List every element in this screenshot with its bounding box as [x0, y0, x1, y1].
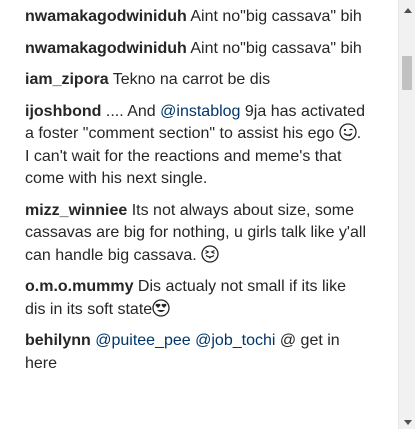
heart-eyes-face-emoji-icon	[152, 298, 170, 317]
comment-item: mizz_winniee Its not always about size, …	[25, 200, 392, 268]
winking-tongue-face-emoji-icon	[339, 123, 357, 141]
comment-item: iam_zipora Tekno na carrot be dis	[25, 69, 392, 92]
comment-username[interactable]: mizz_winniee	[25, 202, 127, 219]
comment-list: nwamakagodwiniduh Aint no"big cassava" b…	[0, 0, 392, 375]
squinting-tongue-face-emoji-icon	[201, 244, 219, 263]
comment-item: behilynn @puitee_pee @job_tochi @ get in…	[25, 330, 392, 375]
comment-mention-link[interactable]: @instablog	[160, 103, 240, 120]
comment-username[interactable]: behilynn	[25, 332, 91, 349]
comment-mention-link[interactable]: @puitee_pee	[95, 332, 190, 349]
comment-username[interactable]: nwamakagodwiniduh	[25, 40, 187, 57]
comment-item: o.m.o.mummy Dis actualy not small if its…	[25, 276, 392, 321]
scroll-up-button[interactable]	[399, 0, 415, 17]
comment-text: Aint no"big cassava" bih	[190, 8, 362, 25]
comment-text: Aint no"big cassava" bih	[190, 39, 362, 57]
comment-username[interactable]: ijoshbond	[25, 103, 101, 120]
triangle-up-icon	[403, 0, 412, 18]
comments-panel: nwamakagodwiniduh Aint no"big cassava" b…	[0, 0, 415, 429]
comment-text: Tekno na carrot be dis	[112, 71, 271, 88]
comments-viewport: nwamakagodwiniduh Aint no"big cassava" b…	[0, 0, 392, 429]
comment-item: nwamakagodwiniduh Aint no"big cassava" b…	[25, 6, 392, 29]
comment-item: nwamakagodwiniduh Aint no"big cassava" b…	[25, 38, 392, 61]
triangle-down-icon	[403, 412, 412, 429]
scrollbar-thumb[interactable]	[402, 56, 412, 90]
vertical-scrollbar[interactable]	[398, 0, 415, 429]
comment-username[interactable]: o.m.o.mummy	[25, 278, 133, 295]
comment-username[interactable]: nwamakagodwiniduh	[25, 8, 187, 25]
comment-text: .... And	[105, 102, 161, 120]
comment-username[interactable]: iam_zipora	[25, 71, 109, 88]
comment-item: ijoshbond .... And @instablog 9ja has ac…	[25, 101, 392, 191]
scroll-down-button[interactable]	[399, 412, 415, 429]
comment-mention-link[interactable]: @job_tochi	[195, 332, 275, 349]
